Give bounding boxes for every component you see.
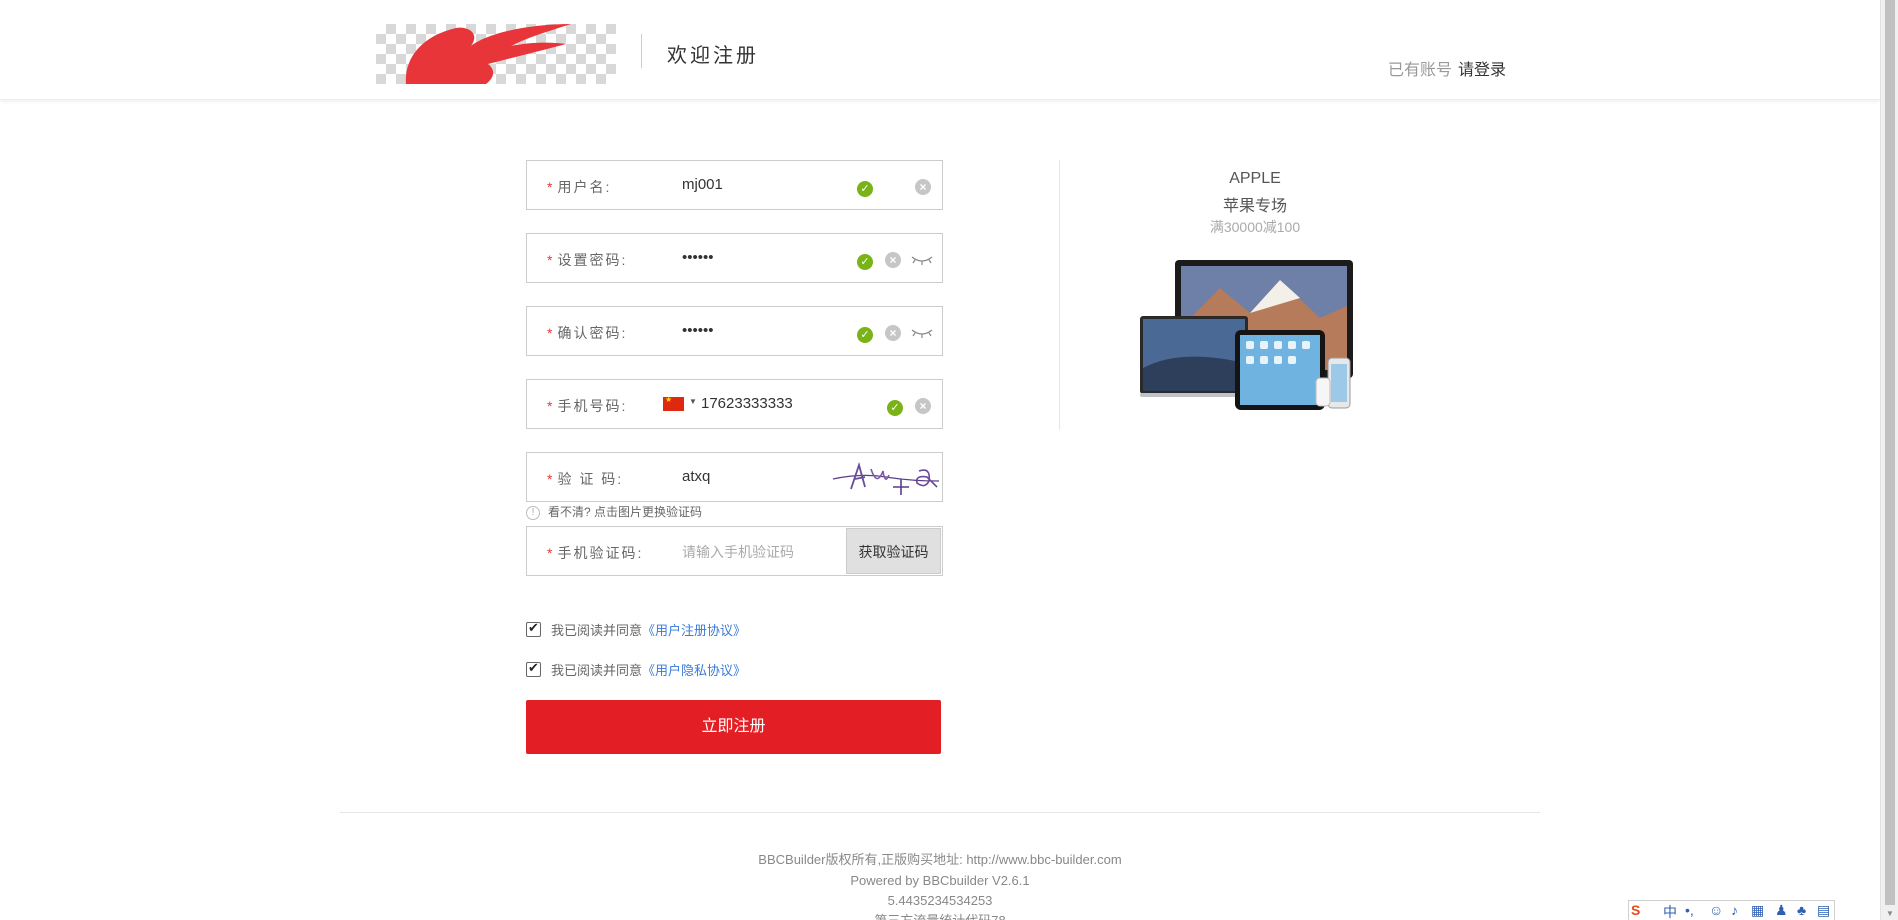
check-icon: ✓	[857, 254, 873, 270]
username-label: * 用户名:	[547, 179, 612, 195]
caret-down-icon[interactable]: ▼	[689, 397, 697, 406]
logo-wing-icon	[405, 24, 571, 84]
captcha-image[interactable]	[831, 457, 941, 497]
captcha-hint: ! 看不清? 点击图片更换验证码	[526, 503, 702, 520]
ime-punctuation-icon[interactable]: •,	[1685, 902, 1694, 918]
agreement-register: 我已阅读并同意《用户注册协议》	[526, 620, 746, 639]
scroll-down-icon[interactable]: ▼	[1886, 909, 1894, 918]
username-input[interactable]: mj001	[682, 176, 723, 193]
has-account-text: 已有账号	[1388, 62, 1453, 79]
agreement-privacy-checkbox[interactable]	[526, 660, 541, 677]
ime-toolbar[interactable]: S 中 •, ☺ ♪ ▦ ♟ ♣ ▤	[1628, 900, 1835, 920]
scrollbar-thumb[interactable]	[1885, 0, 1895, 905]
ime-user-icon[interactable]: ♟	[1775, 902, 1788, 919]
footer-divider	[340, 812, 1540, 813]
vertical-scrollbar[interactable]: ▼	[1880, 0, 1898, 920]
footer-powered: Powered by BBCbuilder V2.6.1	[850, 873, 1030, 888]
confirm-password-field[interactable]: * 确认密码: •••••• ✓ ×	[526, 306, 943, 356]
phone-field[interactable]: *手机号码: ▼ 17623333333 ✓ ×	[526, 379, 943, 429]
sms-code-input[interactable]: 请输入手机验证码	[682, 542, 794, 562]
promo-divider	[1059, 160, 1060, 430]
ime-emoji-icon[interactable]: ☺	[1709, 902, 1723, 918]
clear-icon[interactable]: ×	[915, 398, 931, 414]
header-divider	[641, 34, 642, 68]
sms-code-label: * 手机验证码:	[547, 545, 644, 561]
ime-keyboard-icon[interactable]: ▦	[1751, 902, 1764, 919]
sogou-logo-icon[interactable]: S	[1631, 902, 1640, 918]
clear-icon[interactable]: ×	[885, 252, 901, 268]
login-link[interactable]: 请登录	[1458, 62, 1506, 79]
password-input[interactable]: ••••••	[682, 249, 714, 266]
username-field[interactable]: * 用户名: mj001 ✓ ×	[526, 160, 943, 210]
get-sms-code-button[interactable]: 获取验证码	[846, 528, 941, 574]
check-icon: ✓	[857, 181, 873, 197]
footer-copyright: BBCBuilder版权所有,正版购买地址: http://www.bbc-bu…	[758, 852, 1122, 867]
confirm-password-input[interactable]: ••••••	[682, 322, 714, 339]
ime-mode-chinese[interactable]: 中	[1663, 902, 1677, 920]
eye-closed-icon[interactable]	[911, 326, 933, 340]
phone-label: * 手机号码:	[547, 398, 628, 414]
clear-icon[interactable]: ×	[885, 325, 901, 341]
register-agreement-link[interactable]: 《用户注册协议》	[642, 623, 746, 638]
login-prompt: 已有账号 请登录	[1388, 56, 1506, 80]
check-icon: ✓	[887, 400, 903, 416]
captcha-input[interactable]: atxq	[682, 468, 710, 485]
promo-deal: 满30000减100	[1209, 219, 1301, 235]
site-header: 欢迎注册 已有账号 请登录	[0, 0, 1880, 100]
confirm-password-label: * 确认密码:	[547, 325, 628, 341]
check-icon: ✓	[857, 327, 873, 343]
page-title: 欢迎注册	[667, 45, 759, 67]
eye-closed-icon[interactable]	[911, 253, 933, 267]
site-logo[interactable]	[376, 24, 616, 84]
register-button[interactable]: 立即注册	[526, 700, 941, 754]
agreement-privacy: 我已阅读并同意《用户隐私协议》	[526, 660, 746, 679]
clear-icon[interactable]: ×	[915, 179, 931, 195]
sms-code-field[interactable]: * 手机验证码: 请输入手机验证码 获取验证码	[526, 526, 943, 576]
promo-brand: APPLE	[1229, 170, 1281, 187]
password-label: * 设置密码:	[547, 252, 628, 268]
footer-stats: 第三方流量统计代码78	[640, 910, 1240, 920]
captcha-label: * 验 证 码:	[547, 471, 624, 487]
password-field[interactable]: * 设置密码: •••••• ✓ ×	[526, 233, 943, 283]
ime-voice-icon[interactable]: ♪	[1731, 902, 1738, 918]
footer-version: 5.4435234534253	[887, 893, 993, 908]
phone-input[interactable]: 17623333333	[701, 395, 793, 412]
agreement-register-checkbox[interactable]	[526, 620, 541, 637]
apple-devices-image[interactable]	[1140, 258, 1355, 418]
ime-skin-icon[interactable]: ♣	[1797, 902, 1806, 918]
captcha-field[interactable]: * 验 证 码: atxq	[526, 452, 943, 502]
china-flag-icon[interactable]	[663, 395, 684, 411]
ime-menu-icon[interactable]: ▤	[1817, 902, 1830, 919]
promo-title: 苹果专场	[1222, 198, 1287, 215]
privacy-agreement-link[interactable]: 《用户隐私协议》	[642, 663, 746, 678]
info-icon: !	[526, 505, 540, 520]
